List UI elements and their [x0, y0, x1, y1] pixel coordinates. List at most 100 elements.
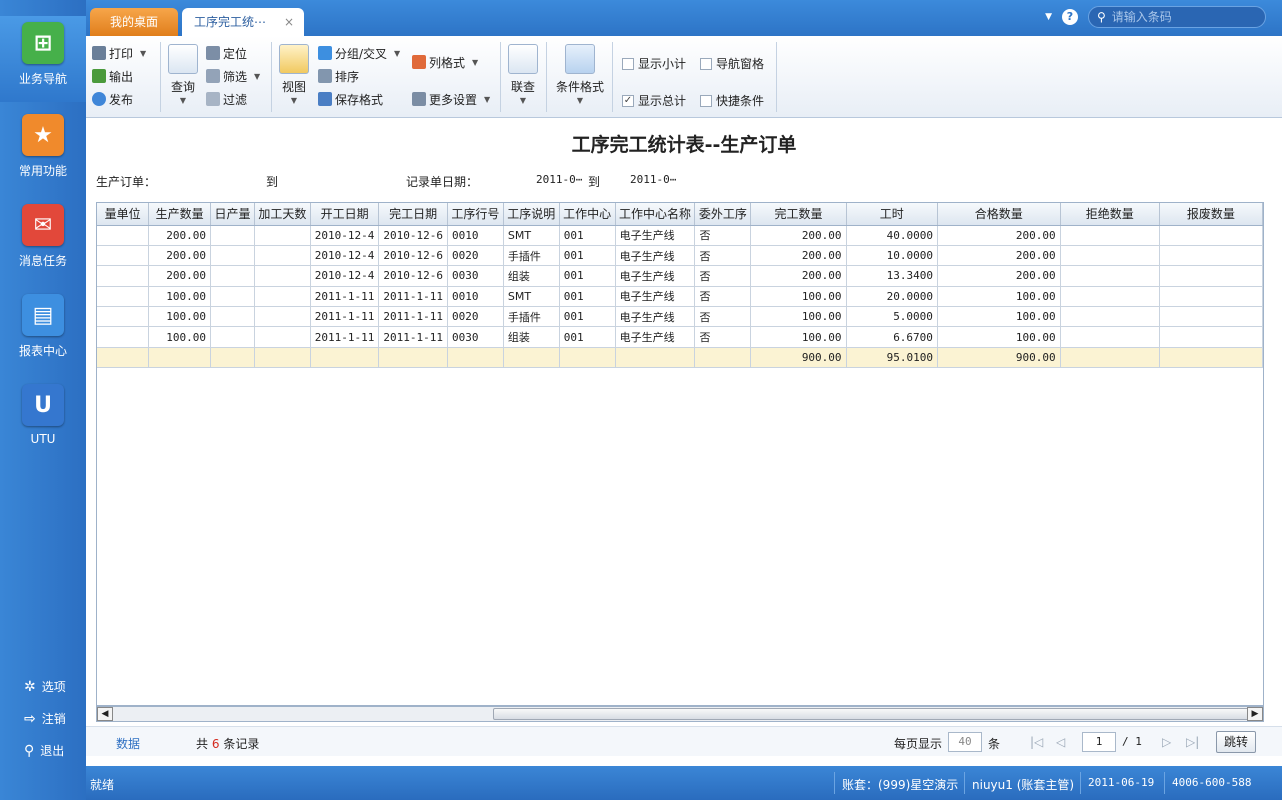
prev-page-icon[interactable]: ◁ — [1056, 735, 1065, 749]
column-header[interactable]: 完工数量 — [750, 203, 847, 226]
table-cell: 20.0000 — [846, 286, 938, 308]
show-subtotal-checkbox[interactable]: 显示小计 — [622, 55, 686, 72]
total-cell: 900.00 — [937, 347, 1061, 369]
more-settings-label: 更多设置 — [429, 92, 478, 107]
status-separator — [834, 772, 835, 794]
scrollbar-thumb[interactable] — [493, 708, 1263, 720]
sidebar-item-messages[interactable]: ✉ 消息任务 — [0, 204, 86, 274]
link-query-label: 联查 — [510, 80, 535, 94]
sidebar-item-reports[interactable]: ▤ 报表中心 — [0, 294, 86, 364]
column-header[interactable]: 量单位 — [97, 203, 150, 226]
per-page-unit: 条 — [988, 737, 1001, 751]
column-header[interactable]: 报废数量 — [1159, 203, 1263, 226]
show-total-checkbox[interactable]: ✓ 显示总计 — [622, 92, 686, 109]
column-header[interactable]: 加工天数 — [254, 203, 311, 226]
total-cell: 95.0100 — [846, 347, 938, 369]
next-page-icon[interactable]: ▷ — [1162, 735, 1171, 749]
table-row[interactable]: 200.00 2010-12-4 2010-12-6 0030 组装 001 电子生产线否 2… — [97, 265, 1263, 287]
column-header[interactable]: 开工日期 — [310, 203, 380, 226]
quick-condition-checkbox[interactable]: 快捷条件 — [700, 92, 764, 109]
help-icon[interactable]: ? — [1062, 9, 1078, 25]
table-cell: 手插件 — [503, 306, 560, 328]
dropdown-triangle-icon[interactable]: ▼ — [1045, 12, 1052, 22]
column-header[interactable]: 工时 — [846, 203, 938, 226]
nav-pane-checkbox[interactable]: 导航窗格 — [700, 55, 764, 72]
filter-date-to: 2011-0⋯ — [630, 173, 677, 186]
per-page-input[interactable]: 40 — [948, 732, 982, 752]
publish-button[interactable]: 发布 — [92, 90, 133, 108]
locate-button[interactable]: 定位 — [206, 44, 247, 62]
print-button[interactable]: 打印 ▼ — [92, 44, 146, 62]
sidebar-item-utu[interactable]: U UTU — [0, 384, 86, 454]
column-header[interactable]: 生产数量 — [148, 203, 212, 226]
table-cell: 200.00 — [148, 225, 212, 246]
first-page-icon[interactable]: |◁ — [1030, 735, 1043, 749]
table-cell: 电子生产线 — [615, 265, 696, 287]
table-row[interactable]: 200.00 2010-12-4 2010-12-6 0020 手插件 001 电子生产线否… — [97, 245, 1263, 267]
globe-icon — [92, 92, 106, 106]
query-label: 查询 — [170, 80, 195, 94]
column-format-button[interactable]: 列格式 ▼ — [412, 53, 478, 71]
link-query-button[interactable]: 联查 ▼ — [506, 44, 540, 105]
jump-button[interactable]: 跳转 — [1216, 731, 1256, 753]
column-header[interactable]: 工作中心名称 — [615, 203, 696, 226]
column-header[interactable]: 完工日期 — [378, 203, 448, 226]
conditional-format-button[interactable]: 条件格式 ▼ — [552, 44, 608, 105]
group-cross-button[interactable]: 分组/交叉 ▼ — [318, 44, 400, 62]
barcode-search-input[interactable] — [1111, 10, 1252, 24]
table-row[interactable]: 100.00 2011-1-11 2011-1-11 0020 手插件 001 电子生产线否… — [97, 306, 1263, 328]
status-ready: 就绪 — [90, 778, 115, 792]
table-row[interactable]: 100.00 2011-1-11 2011-1-11 0030 组装 001 电子生产线否 1… — [97, 326, 1263, 348]
checkbox-box — [700, 57, 712, 70]
save-format-button[interactable]: 保存格式 — [318, 90, 383, 108]
table-cell: 001 — [559, 286, 616, 308]
toolbar-separator — [612, 42, 613, 112]
column-header[interactable]: 工序行号 — [447, 203, 504, 226]
sidebar-item-business-nav[interactable]: ⊞ 业务导航 — [0, 16, 86, 102]
options-button[interactable]: ✲ 选项 — [24, 678, 66, 695]
table-row[interactable]: 200.00 2010-12-4 2010-12-6 0010 SMT 001 电子生产线否… — [97, 225, 1263, 246]
table-cell — [254, 286, 311, 308]
export-button[interactable]: 输出 — [92, 67, 133, 85]
table-body: 200.00 2010-12-4 2010-12-6 0010 SMT 001 电子生产线否… — [97, 225, 1263, 369]
current-page-input[interactable]: 1 — [1082, 732, 1116, 752]
locate-label: 定位 — [223, 46, 248, 61]
tab-report[interactable]: 工序完工统⋯ × — [182, 8, 304, 36]
sort-button[interactable]: 排序 — [318, 67, 359, 85]
scroll-left-arrow-icon[interactable]: ◀ — [97, 707, 113, 721]
column-header[interactable]: 工序说明 — [503, 203, 560, 226]
table-cell: 100.00 — [750, 286, 847, 308]
checkbox-box — [622, 57, 634, 70]
data-grid[interactable]: 量单位 生产数量 日产量 加工天数 开工日期 完工日期 工序行号 工序说明 工作中心 工作中心名称… — [96, 202, 1264, 706]
table-cell — [254, 326, 311, 348]
logout-button[interactable]: ⇨ 注销 — [24, 710, 66, 727]
select-filter-button[interactable]: 筛选 ▼ — [206, 67, 260, 85]
total-cell — [97, 347, 150, 369]
column-header[interactable]: 委外工序 — [694, 203, 752, 226]
more-settings-button[interactable]: 更多设置 ▼ — [412, 90, 490, 108]
column-header[interactable]: 拒绝数量 — [1060, 203, 1160, 226]
table-cell: 100.00 — [148, 306, 212, 328]
exit-button[interactable]: ⚲ 退出 — [24, 742, 64, 759]
table-row[interactable]: 100.00 2011-1-11 2011-1-11 0010 SMT 001 电子生产线否… — [97, 286, 1263, 308]
column-header[interactable]: 合格数量 — [937, 203, 1061, 226]
checkbox-box — [700, 94, 712, 107]
column-header[interactable]: 日产量 — [210, 203, 255, 226]
data-tab[interactable]: 数据 — [116, 735, 140, 752]
horizontal-scrollbar[interactable]: ◀ ▶ — [96, 706, 1264, 722]
close-tab-icon[interactable]: × — [284, 8, 294, 36]
tab-my-desktop[interactable]: 我的桌面 — [90, 8, 178, 36]
total-cell — [447, 347, 504, 369]
scroll-right-arrow-icon[interactable]: ▶ — [1247, 707, 1263, 721]
barcode-search[interactable]: ⚲ — [1088, 6, 1266, 28]
view-button[interactable]: 视图 ▼ — [277, 44, 311, 105]
table-cell — [210, 286, 255, 308]
column-header[interactable]: 工作中心 — [559, 203, 616, 226]
filter-button[interactable]: 过滤 — [206, 90, 247, 108]
table-cell: 否 — [694, 265, 752, 287]
last-page-icon[interactable]: ▷| — [1186, 735, 1199, 749]
table-cell — [254, 245, 311, 267]
table-cell: SMT — [503, 286, 560, 308]
query-button[interactable]: 查询 ▼ — [166, 44, 200, 105]
sidebar-item-common[interactable]: ★ 常用功能 — [0, 114, 86, 184]
